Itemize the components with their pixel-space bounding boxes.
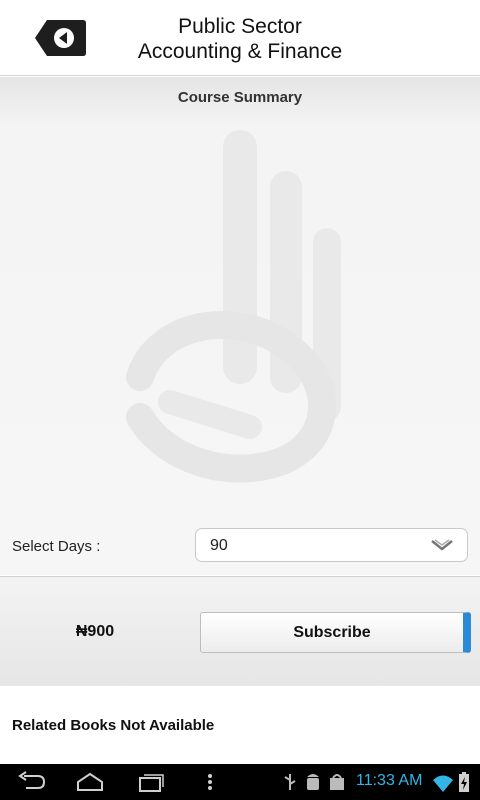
recent-apps-icon[interactable] [136,770,166,794]
related-books-message: Related Books Not Available [12,717,215,734]
subscribe-button[interactable]: Subscribe [200,612,471,653]
select-days-label: Select Days : [12,538,101,555]
course-summary-panel: Course Summary Select Days : 90 [0,77,480,575]
back-arrow-icon [35,20,86,56]
home-icon[interactable] [74,770,106,794]
subscribe-bar: ₦900 Subscribe [0,576,480,686]
title-line-1: Public Sector [178,15,302,38]
menu-icon[interactable] [204,770,216,794]
usb-icon [284,774,296,790]
section-title: Course Summary [177,89,303,106]
ok-hand-logo [126,130,341,483]
price-label: ₦900 [75,623,115,640]
related-books-section: Related Books Not Available [0,686,480,764]
wifi-icon [433,775,453,792]
chevron-down-icon [431,539,453,551]
page-title: Public Sector Accounting & Finance [100,14,380,64]
android-debug-icon [307,774,319,790]
days-dropdown[interactable]: 90 [195,528,468,562]
back-button[interactable] [33,18,87,58]
app-header: Public Sector Accounting & Finance [0,0,480,76]
back-icon[interactable] [16,770,46,794]
battery-icon [459,772,469,792]
title-line-2: Accounting & Finance [137,40,343,63]
shop-icon [330,774,344,790]
selected-days-value: 90 [210,537,228,554]
status-clock: 11:33 AM [356,772,423,789]
system-navigation-bar: 11:33 AM [0,764,480,800]
